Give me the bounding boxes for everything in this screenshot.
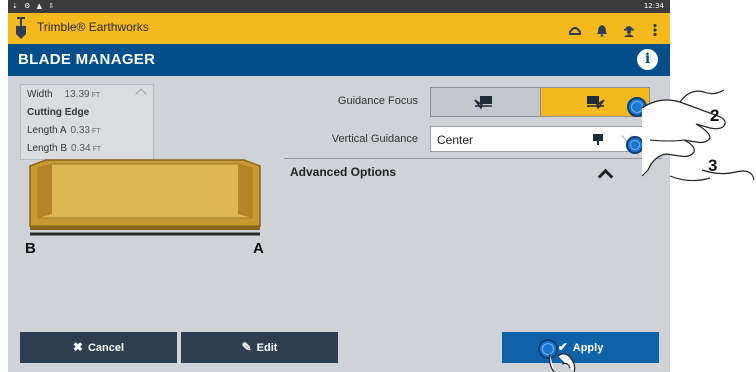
cancel-button[interactable]: ✖ Cancel	[20, 332, 177, 363]
cancel-button-label: Cancel	[87, 342, 125, 354]
length-b-label: Length B	[27, 143, 68, 154]
section-divider	[284, 158, 662, 159]
connection-icon[interactable]	[568, 23, 582, 37]
length-a-label: Length A	[27, 125, 67, 136]
chevron-up-icon[interactable]	[597, 168, 614, 185]
screenshot-stage: ⇣ ⚙ ▲ ⇩ 12:34 Trimble® Earthworks BLADE …	[0, 0, 756, 372]
device-screen: ⇣ ⚙ ▲ ⇩ 12:34 Trimble® Earthworks BLADE …	[8, 0, 670, 372]
page-title: BLADE MANAGER	[18, 51, 156, 68]
guidance-focus-toggle	[430, 87, 650, 117]
info-icon[interactable]: i	[637, 49, 658, 70]
vertical-guidance-select[interactable]: Center	[430, 126, 650, 152]
blade-left-shade	[38, 164, 52, 218]
close-icon: ✖	[72, 340, 83, 354]
blade-cutting-edge	[30, 226, 260, 230]
status-bar: ⇣ ⚙ ▲ ⇩ 12:34	[8, 0, 670, 13]
blade-label-b: B	[25, 240, 36, 257]
guidance-focus-label: Guidance Focus	[337, 95, 418, 107]
blade-face	[37, 163, 253, 219]
collapse-chevron-icon[interactable]	[135, 88, 147, 100]
edit-button[interactable]: ✎ Edit	[181, 332, 338, 363]
blade-left-focus-icon	[474, 96, 492, 110]
bell-icon[interactable]	[595, 23, 609, 37]
main-panel: Width 13.39 FT Cutting Edge Length A 0.33 FT…	[8, 76, 670, 372]
blade-right-shade	[238, 164, 252, 218]
width-value: 13.39	[64, 89, 90, 100]
vertical-guidance-value: Center	[437, 133, 474, 147]
blade-center-icon	[593, 134, 603, 145]
title-bar: BLADE MANAGER i	[8, 44, 670, 76]
callout-step-2: 2	[710, 106, 720, 125]
width-row: Width 13.39 FT	[27, 89, 100, 102]
more-vert-icon[interactable]	[648, 23, 662, 37]
length-a-row: Length A 0.33 FT	[27, 125, 101, 138]
status-time: 12:34	[643, 2, 664, 10]
callout-step-3: 3	[708, 156, 718, 175]
status-notification-icons: ⇣ ⚙ ▲ ⇩	[12, 2, 57, 10]
length-b-unit: FT	[92, 146, 102, 153]
guidance-focus-left-option[interactable]	[431, 88, 540, 116]
trimble-shovel-icon	[16, 17, 26, 39]
edit-icon: ✎	[241, 340, 252, 354]
app-title: Trimble® Earthworks	[37, 20, 149, 34]
blade-label-a: A	[253, 240, 264, 257]
width-unit: FT	[91, 92, 101, 99]
length-b-value: 0.34	[71, 143, 91, 154]
operator-icon[interactable]	[622, 23, 636, 37]
edit-button-label: Edit	[256, 342, 278, 354]
advanced-options-header[interactable]: Advanced Options	[290, 165, 396, 179]
blade-diagram: B A	[25, 159, 264, 257]
pointing-hand-illustration	[641, 89, 755, 182]
length-a-unit: FT	[91, 128, 101, 135]
app-bar: Trimble® Earthworks	[8, 13, 670, 44]
pointing-hand-bottom-illustration	[548, 353, 576, 372]
cutting-edge-heading: Cutting Edge	[27, 107, 90, 118]
length-a-value: 0.33	[70, 125, 90, 136]
blade-info-panel: Width 13.39 FT Cutting Edge Length A 0.33 FT…	[20, 84, 154, 160]
blade-right-focus-icon	[587, 96, 605, 110]
vertical-guidance-label: Vertical Guidance	[331, 133, 418, 145]
width-label: Width	[27, 89, 53, 100]
length-b-row: Length B 0.34 FT	[27, 143, 101, 156]
